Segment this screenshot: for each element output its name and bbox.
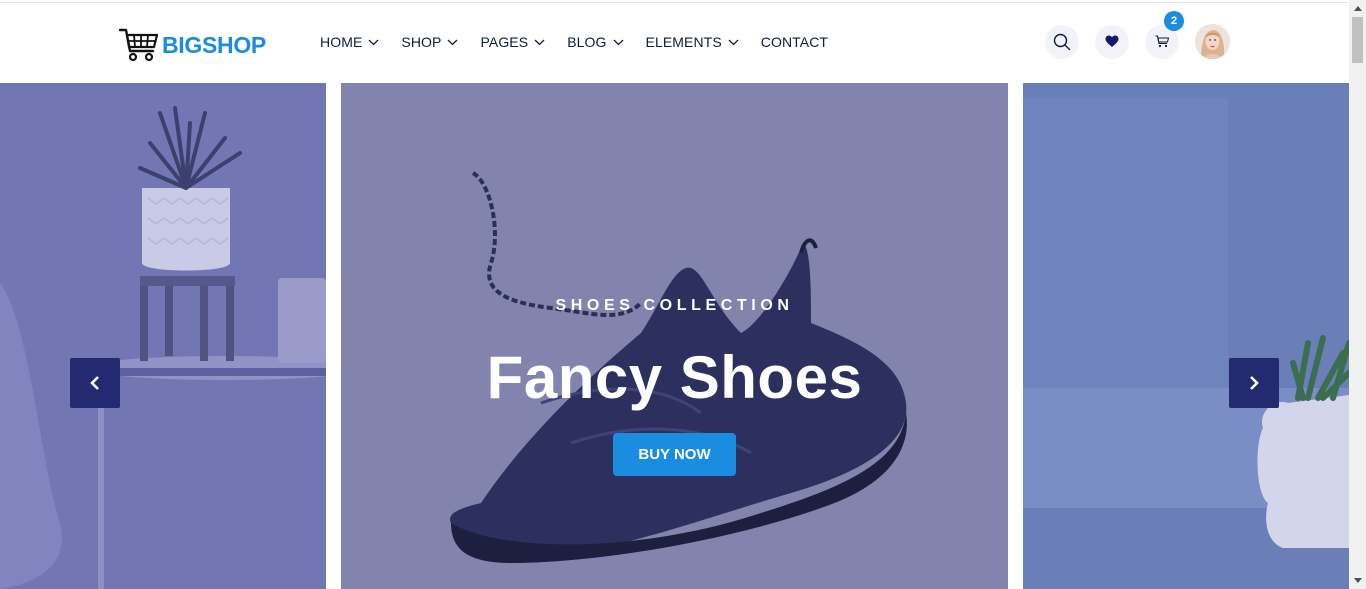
search-icon (1053, 33, 1071, 50)
buy-now-button[interactable]: BUY NOW (613, 433, 736, 476)
wishlist-button[interactable] (1095, 24, 1129, 59)
hero-kicker: SHOES COLLECTION (555, 297, 794, 314)
plant-pot-image (1023, 83, 1349, 589)
slide-active: SHOES COLLECTION Fancy Shoes BUY NOW (341, 83, 1008, 589)
chevron-down-icon (534, 39, 545, 45)
shopping-cart-logo-icon (119, 28, 159, 62)
slide-previous[interactable] (0, 83, 326, 589)
nav-item-shop[interactable]: SHOP (401, 34, 458, 50)
plant-table-image (0, 83, 326, 589)
page-scrollbar[interactable] (1349, 0, 1366, 589)
cart-icon (1155, 35, 1169, 48)
nav-item-label: HOME (320, 34, 363, 50)
slide-next[interactable] (1023, 83, 1349, 589)
cart-button[interactable]: 2 (1145, 10, 1184, 59)
nav-item-elements[interactable]: ELEMENTS (646, 34, 739, 50)
chevron-down-icon (368, 39, 379, 45)
scroll-thumb[interactable] (1352, 17, 1363, 63)
scroll-up-arrow[interactable] (1349, 0, 1366, 17)
shoe-image (341, 83, 1008, 589)
nav-item-label: CONTACT (760, 34, 829, 50)
nav-item-label: BLOG (567, 34, 607, 50)
brand-logo[interactable]: BIGSHOP (119, 27, 266, 63)
scroll-down-arrow[interactable] (1349, 572, 1366, 589)
nav-item-label: SHOP (401, 34, 442, 50)
slider-prev-button[interactable] (70, 358, 120, 408)
search-button[interactable] (1045, 24, 1079, 59)
nav-item-label: ELEMENTS (645, 34, 722, 50)
slider-next-button[interactable] (1229, 358, 1279, 408)
brand-name: BIGSHOP (162, 31, 266, 58)
chevron-down-icon (728, 39, 739, 45)
chevron-down-icon (613, 39, 623, 45)
hero-headline: Fancy Shoes (486, 344, 863, 411)
main-nav: HOME SHOP PAGES BLOG ELEMENTS CONTACT (320, 34, 850, 50)
chevron-right-icon (1250, 376, 1259, 390)
cart-count-badge: 2 (1164, 10, 1184, 31)
triangle-down-icon (1353, 578, 1362, 583)
nav-item-label: PAGES (480, 34, 529, 50)
triangle-up-icon (1353, 6, 1362, 11)
chevron-down-icon (448, 39, 458, 45)
hero-slider: SHOES COLLECTION Fancy Shoes BUY NOW (0, 83, 1349, 589)
avatar[interactable] (1195, 24, 1230, 59)
nav-item-blog[interactable]: BLOG (567, 34, 623, 50)
user-avatar-image (1195, 24, 1230, 59)
nav-item-contact[interactable]: CONTACT (761, 34, 828, 50)
site-header: BIGSHOP HOME SHOP PAGES BLOG ELEMENTS CO… (0, 3, 1349, 83)
heart-icon (1105, 35, 1119, 47)
chevron-left-icon (90, 376, 99, 390)
nav-item-home[interactable]: HOME (320, 34, 379, 50)
header-actions: 2 (1045, 10, 1230, 59)
nav-item-pages[interactable]: PAGES (480, 34, 545, 50)
